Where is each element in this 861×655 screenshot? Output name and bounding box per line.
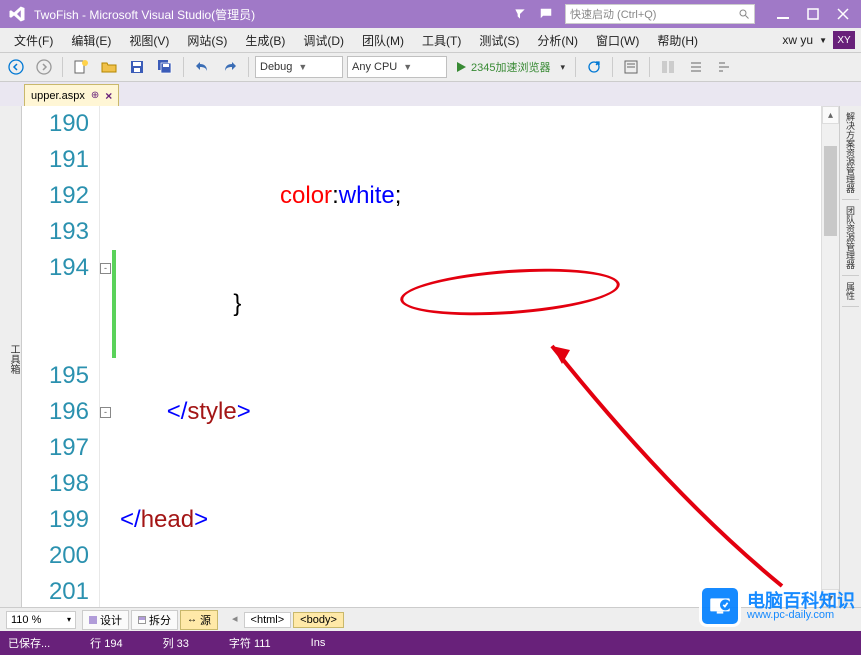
menu-team[interactable]: 团队(M) xyxy=(354,30,412,51)
scroll-down-button[interactable]: ▾ xyxy=(822,589,839,607)
scroll-up-button[interactable]: ▴ xyxy=(822,106,839,124)
editor-bottom-bar: 110 %▾ 设计 拆分 ↔源 ◂ <html> <body> xyxy=(0,607,861,631)
menu-edit[interactable]: 编辑(E) xyxy=(63,30,119,51)
view-source-button[interactable]: ↔源 xyxy=(180,610,218,630)
doc-outline-button[interactable] xyxy=(619,55,643,79)
tab-upper-aspx[interactable]: upper.aspx ⊕ × xyxy=(24,84,119,106)
menu-window[interactable]: 窗口(W) xyxy=(588,30,647,51)
menu-file[interactable]: 文件(F) xyxy=(6,30,61,51)
undo-button[interactable] xyxy=(190,55,214,79)
user-name[interactable]: xw yu xyxy=(782,33,813,47)
menu-view[interactable]: 视图(V) xyxy=(121,30,177,51)
line-gutter: 190 191 192 193 194 195 196 197 198 199 … xyxy=(22,106,100,607)
breadcrumb-body[interactable]: <body> xyxy=(293,612,344,628)
pin-icon[interactable]: ⊕ xyxy=(91,90,99,101)
user-badge[interactable]: XY xyxy=(833,31,855,49)
zoom-combo[interactable]: 110 %▾ xyxy=(6,611,76,629)
menu-analyze[interactable]: 分析(N) xyxy=(529,30,586,51)
menu-debug[interactable]: 调试(D) xyxy=(295,30,352,51)
save-all-button[interactable] xyxy=(153,55,177,79)
tag-breadcrumb: ◂ <html> <body> xyxy=(228,612,344,628)
platform-combo[interactable]: Any CPU▼ xyxy=(347,56,447,78)
titlebar: TwoFish - Microsoft Visual Studio(管理员) 快… xyxy=(0,0,861,28)
menu-test[interactable]: 测试(S) xyxy=(471,30,527,51)
play-icon xyxy=(455,61,467,73)
properties-tab[interactable]: 属性 xyxy=(842,276,859,307)
solution-explorer-tab[interactable]: 解决方案资源管理器 xyxy=(842,106,859,200)
notifications-icon[interactable] xyxy=(507,1,533,27)
open-button[interactable] xyxy=(97,55,121,79)
view-button-1[interactable] xyxy=(656,55,680,79)
minimize-button[interactable] xyxy=(769,3,797,25)
redo-button[interactable] xyxy=(218,55,242,79)
status-col: 列 33 xyxy=(163,635,189,651)
save-button[interactable] xyxy=(125,55,149,79)
menu-build[interactable]: 生成(B) xyxy=(237,30,293,51)
close-tab-icon[interactable]: × xyxy=(105,89,112,103)
search-icon xyxy=(738,8,750,20)
view-design-button[interactable]: 设计 xyxy=(82,610,129,630)
breadcrumb-html[interactable]: <html> xyxy=(244,612,292,628)
team-explorer-tab[interactable]: 团队资源管理器 xyxy=(842,200,859,276)
close-button[interactable] xyxy=(829,3,857,25)
browser-link-button[interactable] xyxy=(582,55,606,79)
vs-logo-icon xyxy=(8,5,26,23)
view-button-2[interactable] xyxy=(684,55,708,79)
scroll-thumb[interactable] xyxy=(824,146,837,236)
menu-tools[interactable]: 工具(T) xyxy=(414,30,469,51)
code-editor[interactable]: 190 191 192 193 194 195 196 197 198 199 … xyxy=(22,106,839,607)
start-debug-button[interactable]: 2345加速浏览器 ▾ xyxy=(451,56,569,78)
status-line: 行 194 xyxy=(90,635,122,651)
new-item-button[interactable] xyxy=(69,55,93,79)
status-ins: Ins xyxy=(311,637,326,649)
restore-button[interactable] xyxy=(799,3,827,25)
menubar: 文件(F) 编辑(E) 视图(V) 网站(S) 生成(B) 调试(D) 团队(M… xyxy=(0,28,861,52)
tab-label: upper.aspx xyxy=(31,90,85,102)
view-split-button[interactable]: 拆分 xyxy=(131,610,178,630)
status-char: 字符 111 xyxy=(229,635,271,651)
nav-fwd-button[interactable] xyxy=(32,55,56,79)
tabstrip: upper.aspx ⊕ × xyxy=(0,82,861,106)
right-toolwindow-tabs: 解决方案资源管理器 团队资源管理器 属性 xyxy=(839,106,861,607)
toolbar: Debug▼ Any CPU▼ 2345加速浏览器 ▾ xyxy=(0,52,861,82)
window-title: TwoFish - Microsoft Visual Studio(管理员) xyxy=(34,6,255,23)
menu-help[interactable]: 帮助(H) xyxy=(649,30,706,51)
code-content[interactable]: color:white; } </style> </head> <body st… xyxy=(100,106,821,607)
view-button-3[interactable] xyxy=(712,55,736,79)
statusbar: 已保存... 行 194 列 33 字符 111 Ins xyxy=(0,631,861,655)
menu-website[interactable]: 网站(S) xyxy=(179,30,235,51)
status-saved: 已保存... xyxy=(8,635,50,651)
toolbox-panel-tab[interactable]: 工具箱 xyxy=(0,106,22,607)
quick-launch-input[interactable]: 快速启动 (Ctrl+Q) xyxy=(565,4,755,24)
nav-back-button[interactable] xyxy=(4,55,28,79)
config-combo[interactable]: Debug▼ xyxy=(255,56,343,78)
feedback-icon[interactable] xyxy=(533,1,559,27)
vertical-scrollbar[interactable]: ▴ ▾ xyxy=(821,106,839,607)
